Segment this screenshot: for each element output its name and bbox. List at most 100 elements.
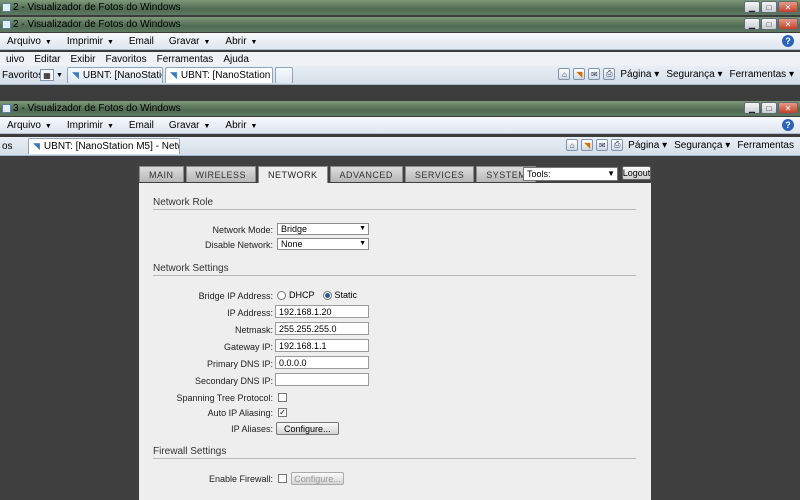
quick-tabs-icon[interactable]: ▦ <box>40 69 54 81</box>
ip-address-input[interactable]: 192.168.1.20 <box>275 305 369 318</box>
security-menu[interactable]: Segurança ▾ <box>666 69 722 80</box>
menu-arquivo[interactable]: Arquivo ▼ <box>7 120 52 131</box>
menu-gravar[interactable]: Gravar ▼ <box>169 36 211 47</box>
menu-abrir[interactable]: Abrir ▼ <box>225 36 257 47</box>
tools-select[interactable]: Tools: ▼ <box>523 167 618 181</box>
dhcp-label: DHCP <box>289 290 315 300</box>
chevron-down-icon: ▼ <box>359 240 366 247</box>
maximize-button[interactable]: □ <box>761 18 777 30</box>
tab-services[interactable]: SERVICES <box>404 166 475 182</box>
ip-aliases-configure-button[interactable]: Configure... <box>276 422 339 435</box>
tools-menu[interactable]: Ferramentas <box>737 140 794 151</box>
new-tab-button[interactable] <box>274 67 293 83</box>
close-button[interactable]: ✕ <box>778 18 798 30</box>
window-title: 2 - Visualizador de Fotos do Windows <box>13 19 181 30</box>
photo-viewer-titlebar-top: 2 - Visualizador de Fotos do Windows ▁ □… <box>0 0 800 15</box>
print-icon[interactable]: ⎙ <box>603 68 616 80</box>
network-mode-select[interactable]: Bridge ▼ <box>277 223 369 235</box>
secondary-dns-input[interactable] <box>275 373 369 386</box>
help-icon[interactable]: ? <box>782 119 794 131</box>
mail-icon[interactable]: ✉ <box>596 139 609 151</box>
chevron-down-icon: ▼ <box>359 225 366 232</box>
bridge-ip-mode: DHCP Static <box>277 290 357 300</box>
network-setup-panel: Network Role Network Mode: Bridge ▼ Disa… <box>139 183 651 500</box>
feeds-icon[interactable]: ◥ <box>581 139 594 151</box>
menu-gravar[interactable]: Gravar ▼ <box>169 120 211 131</box>
airos-nav-tabs: MAIN WIRELESS NETWORK ADVANCED SERVICES … <box>139 166 537 183</box>
tab-advanced[interactable]: ADVANCED <box>329 166 403 182</box>
favorites-label[interactable]: Favoritos <box>2 70 43 81</box>
photo-viewer-icon <box>2 20 11 29</box>
menu-email[interactable]: Email <box>129 120 154 131</box>
maximize-button[interactable]: □ <box>761 102 777 114</box>
tab-wireless[interactable]: WIRELESS <box>185 166 257 182</box>
disable-network-select[interactable]: None ▼ <box>277 238 369 250</box>
tab-main[interactable]: MAIN <box>139 166 184 182</box>
logout-button[interactable]: Logout <box>622 166 651 180</box>
menu-imprimir[interactable]: Imprimir ▼ <box>67 36 114 47</box>
browser-tab-active[interactable]: ◥UBNT: [NanoStation M... <box>164 67 273 83</box>
network-mode-label: Network Mode: <box>212 225 273 235</box>
minimize-button[interactable]: ▁ <box>744 102 760 114</box>
gateway-input[interactable]: 192.168.1.1 <box>275 339 369 352</box>
close-button[interactable]: ✕ <box>778 1 798 13</box>
stp-label: Spanning Tree Protocol: <box>176 393 273 403</box>
mail-icon[interactable]: ✉ <box>588 68 601 80</box>
static-radio[interactable] <box>322 290 332 300</box>
browser-tab[interactable]: ◥UBNT: [NanoStation M5] -... <box>66 67 163 83</box>
chevron-down-icon: ▼ <box>607 169 615 178</box>
photo-viewer-titlebar-front: 3 - Visualizador de Fotos do Windows ▁ □… <box>0 101 800 116</box>
auto-ip-aliasing-checkbox[interactable]: ✓ <box>278 408 287 417</box>
favorites-label-cropped[interactable]: os <box>2 141 28 152</box>
print-icon[interactable]: ⎙ <box>611 139 624 151</box>
stp-checkbox[interactable] <box>278 393 287 402</box>
static-label: Static <box>334 290 358 300</box>
section-title-firewall-settings: Firewall Settings <box>153 446 227 457</box>
divider <box>153 209 636 210</box>
maximize-button[interactable]: □ <box>761 1 777 13</box>
airos-page: MAIN WIRELESS NETWORK ADVANCED SERVICES … <box>0 158 800 500</box>
bridge-ip-label: Bridge IP Address: <box>198 291 273 301</box>
minimize-button[interactable]: ▁ <box>744 1 760 13</box>
ie-tabbar-front: os ◥UBNT: [NanoStation M5] - Network Set… <box>0 137 800 156</box>
window-title: 2 - Visualizador de Fotos do Windows <box>13 2 181 13</box>
feed-icon: ◥ <box>33 141 40 151</box>
feeds-icon[interactable]: ◥ <box>573 68 586 80</box>
menu-favoritos[interactable]: Favoritos <box>106 54 147 65</box>
menu-editar[interactable]: Editar <box>34 54 60 65</box>
security-menu[interactable]: Segurança ▾ <box>674 140 730 151</box>
menu-ferramentas[interactable]: Ferramentas <box>157 54 214 65</box>
divider <box>153 275 636 276</box>
home-icon[interactable]: ⌂ <box>566 139 579 151</box>
dhcp-radio[interactable] <box>277 290 286 300</box>
section-title-network-role: Network Role <box>153 197 214 208</box>
menu-email[interactable]: Email <box>129 36 154 47</box>
ie-menubar: uivo Editar Exibir Favoritos Ferramentas… <box>0 52 800 66</box>
menu-imprimir[interactable]: Imprimir ▼ <box>67 120 114 131</box>
menu-arquivo-ie[interactable]: uivo <box>6 54 24 65</box>
enable-firewall-checkbox[interactable] <box>278 474 287 483</box>
photo-viewer-menubar: Arquivo ▼ Imprimir ▼ Email Gravar ▼ Abrir ▼ … <box>0 33 800 50</box>
minimize-button[interactable]: ▁ <box>744 18 760 30</box>
page-menu[interactable]: Página ▾ <box>620 69 659 80</box>
primary-dns-input[interactable]: 0.0.0.0 <box>275 356 369 369</box>
primary-dns-label: Primary DNS IP: <box>206 359 273 369</box>
photo-viewer-icon <box>2 104 11 113</box>
ie-tabbar-back: Favoritos ▦ ▼ ◥UBNT: [NanoStation M5] -.… <box>0 66 800 85</box>
menu-abrir[interactable]: Abrir ▼ <box>225 120 257 131</box>
tab-network[interactable]: NETWORK <box>258 166 328 183</box>
browser-tab-active[interactable]: ◥UBNT: [NanoStation M5] - Network Setup <box>28 138 180 154</box>
netmask-input[interactable]: 255.255.255.0 <box>275 322 369 335</box>
menu-ajuda[interactable]: Ajuda <box>223 54 249 65</box>
chevron-down-icon[interactable]: ▼ <box>56 72 63 79</box>
firewall-configure-button[interactable]: Configure... <box>291 472 344 485</box>
page-menu[interactable]: Página ▾ <box>628 140 667 151</box>
menu-arquivo[interactable]: Arquivo ▼ <box>7 36 52 47</box>
help-icon[interactable]: ? <box>782 35 794 47</box>
gateway-label: Gateway IP: <box>223 342 273 352</box>
home-icon[interactable]: ⌂ <box>558 68 571 80</box>
tools-menu[interactable]: Ferramentas ▾ <box>730 69 795 80</box>
menu-exibir[interactable]: Exibir <box>70 54 95 65</box>
divider <box>153 458 636 459</box>
close-button[interactable]: ✕ <box>778 102 798 114</box>
